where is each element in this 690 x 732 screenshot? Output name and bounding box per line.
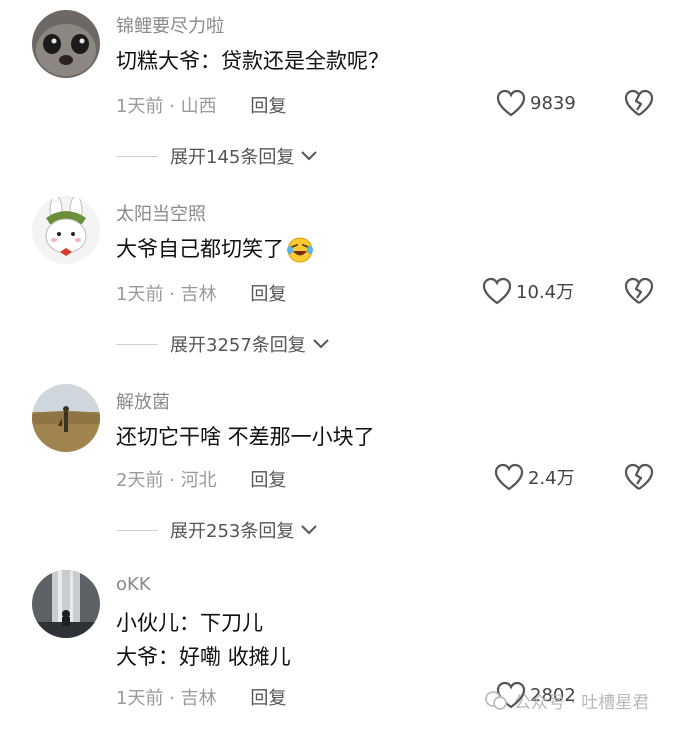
broken-heart-icon[interactable] bbox=[624, 277, 654, 305]
meta-separator: · bbox=[169, 470, 175, 491]
meta-separator: · bbox=[169, 284, 175, 305]
heart-icon bbox=[482, 277, 512, 305]
expand-label: 展开145条回复 bbox=[170, 147, 295, 168]
comment-time: 1天前 bbox=[116, 688, 164, 709]
like-count: 10.4万 bbox=[516, 282, 575, 303]
comment-text: 大爷自己都切笑了 bbox=[116, 232, 314, 266]
comment-time: 1天前 bbox=[116, 284, 164, 305]
comment-location: 山西 bbox=[180, 96, 217, 117]
chevron-down-icon bbox=[313, 339, 329, 349]
comment-meta: 2天前 · 河北 回复 bbox=[116, 466, 286, 492]
username[interactable]: 锦鲤要尽力啦 bbox=[116, 12, 224, 38]
laughing-tears-emoji-icon bbox=[287, 237, 313, 263]
chevron-down-icon bbox=[301, 525, 318, 535]
expand-replies[interactable]: 展开145条回复 bbox=[116, 143, 318, 169]
meta-separator: · bbox=[169, 688, 175, 709]
meta-separator: · bbox=[169, 96, 175, 117]
like-count: 9839 bbox=[530, 92, 576, 114]
comment-meta: 1天前 · 山西 回复 bbox=[116, 92, 286, 118]
comment-meta: 1天前 · 吉林 回复 bbox=[116, 280, 286, 306]
reply-button[interactable]: 回复 bbox=[250, 688, 286, 709]
divider-line bbox=[116, 343, 158, 345]
comment-location: 吉林 bbox=[180, 688, 217, 709]
wechat-public-account-icon bbox=[485, 690, 507, 710]
chevron-down-icon bbox=[301, 151, 318, 161]
comment-time: 1天前 bbox=[116, 96, 164, 117]
expand-replies[interactable]: 展开3257条回复 bbox=[116, 331, 330, 357]
reply-button[interactable]: 回复 bbox=[250, 96, 286, 117]
reply-button[interactable]: 回复 bbox=[250, 470, 286, 491]
desert-landscape-avatar[interactable] bbox=[32, 384, 100, 452]
comment-text-line-1: 小伙儿：下刀儿 bbox=[116, 611, 263, 635]
comment-location: 吉林 bbox=[180, 284, 217, 305]
like-button[interactable]: 10.4万 bbox=[482, 277, 574, 305]
rabbit-avatar[interactable] bbox=[32, 196, 100, 264]
comment-time: 2天前 bbox=[116, 470, 164, 491]
expand-label: 展开3257条回复 bbox=[170, 335, 306, 356]
like-count: 2.4万 bbox=[528, 468, 575, 489]
waterfall-person-avatar[interactable] bbox=[32, 570, 100, 638]
comment-text-content: 大爷自己都切笑了 bbox=[116, 237, 284, 261]
username[interactable]: 解放菌 bbox=[116, 388, 170, 414]
watermark: 公众号 · 吐槽星君 bbox=[484, 688, 649, 713]
username[interactable]: oKK bbox=[116, 574, 151, 595]
comment-location: 河北 bbox=[180, 470, 217, 491]
heart-icon bbox=[496, 89, 526, 117]
heart-icon bbox=[494, 463, 524, 491]
comment-meta: 1天前 · 吉林 回复 bbox=[116, 684, 286, 710]
divider-line bbox=[116, 529, 158, 531]
broken-heart-icon[interactable] bbox=[624, 89, 654, 117]
comment-text: 切糕大爷：贷款还是全款呢？ bbox=[116, 49, 389, 73]
comment-text-line-2: 大爷：好嘞 收摊儿 bbox=[116, 645, 291, 669]
comment-text: 还切它干啥 不差那一小块了 bbox=[116, 425, 375, 449]
username[interactable]: 太阳当空照 bbox=[116, 200, 206, 226]
like-button[interactable]: 9839 bbox=[496, 89, 576, 117]
expand-label: 展开253条回复 bbox=[170, 521, 295, 542]
divider-line bbox=[116, 155, 158, 157]
cat-face-avatar[interactable] bbox=[32, 10, 100, 78]
reply-button[interactable]: 回复 bbox=[250, 284, 286, 305]
broken-heart-icon[interactable] bbox=[624, 463, 654, 491]
like-button[interactable]: 2.4万 bbox=[494, 463, 575, 491]
watermark-text: 公众号 · 吐槽星君 bbox=[514, 693, 650, 713]
expand-replies[interactable]: 展开253条回复 bbox=[116, 517, 318, 543]
